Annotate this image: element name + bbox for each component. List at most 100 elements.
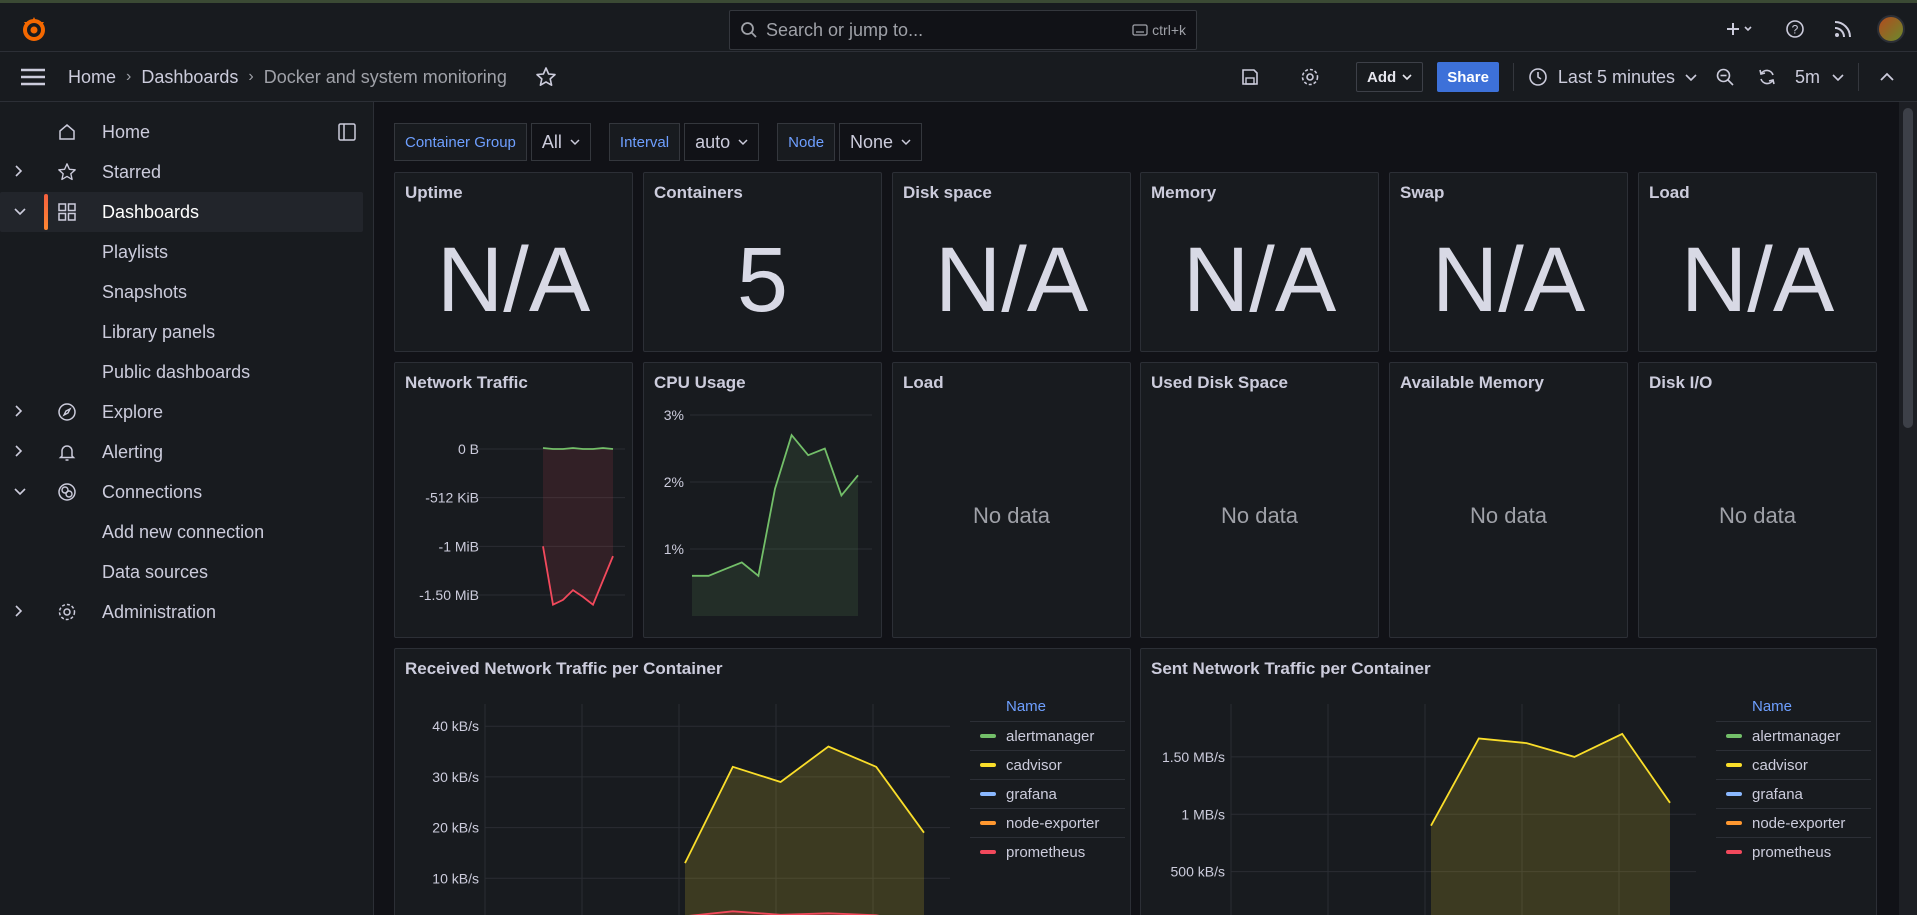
panel-sent-network-traffic[interactable]: Sent Network Traffic per Container 1.50 …: [1140, 648, 1877, 915]
legend-item[interactable]: cadvisor: [1716, 750, 1871, 779]
time-range-picker[interactable]: Last 5 minutes: [1528, 67, 1697, 88]
chevron-right-icon[interactable]: [14, 604, 30, 620]
series-in-line: [542, 447, 614, 450]
scrollbar-thumb[interactable]: [1903, 108, 1913, 428]
menu-toggle-icon[interactable]: [20, 66, 46, 88]
chevron-down-icon: [570, 139, 580, 146]
no-data-text: No data: [1220, 503, 1299, 528]
settings-icon[interactable]: [1296, 63, 1324, 91]
stat-panel-disk-space[interactable]: Disk space N/A: [892, 172, 1131, 352]
chevron-down-icon: [738, 139, 748, 146]
sidebar-item-add-new-connection[interactable]: Add new connection: [0, 512, 363, 552]
stat-panel-load[interactable]: Load N/A: [1638, 172, 1877, 352]
panel-disk-io[interactable]: Disk I/O No data: [1638, 362, 1877, 638]
breadcrumb-home[interactable]: Home: [68, 67, 116, 88]
panel-network-traffic[interactable]: Network Traffic 0 B -512 KiB -1 MiB -1.50 M…: [394, 362, 633, 638]
stat-value: N/A: [436, 229, 591, 331]
legend-item[interactable]: cadvisor: [970, 750, 1125, 779]
y-tick-label: 3%: [664, 407, 684, 423]
sidebar-item-playlists[interactable]: Playlists: [0, 232, 363, 272]
legend-item[interactable]: alertmanager: [1716, 721, 1871, 750]
new-button[interactable]: [1721, 15, 1761, 43]
panel-title: Swap: [1400, 183, 1445, 202]
refresh-interval-picker[interactable]: 5m: [1795, 67, 1844, 88]
legend-item[interactable]: prometheus: [1716, 837, 1871, 866]
share-button[interactable]: Share: [1437, 62, 1499, 92]
panel-used-disk-space[interactable]: Used Disk Space No data: [1140, 362, 1379, 638]
panel-cpu-usage[interactable]: CPU Usage 3% 2% 1%: [643, 362, 882, 638]
legend-item[interactable]: grafana: [1716, 779, 1871, 808]
dashboard-toolbar: Add Share Last 5 minutes 5m: [1236, 52, 1917, 102]
sidebar-item-starred[interactable]: Starred: [0, 152, 363, 192]
network-traffic-chart: 0 B -512 KiB -1 MiB -1.50 MiB: [419, 441, 625, 607]
sidebar-item-library-panels[interactable]: Library panels: [0, 312, 363, 352]
legend-item[interactable]: node-exporter: [1716, 808, 1871, 837]
panel-title: Uptime: [405, 183, 463, 202]
sidebar-item-administration[interactable]: Administration: [0, 592, 363, 632]
chevron-down-icon: [1685, 74, 1697, 81]
stat-panel-memory[interactable]: Memory N/A: [1140, 172, 1379, 352]
legend-header[interactable]: Name: [1006, 693, 1125, 721]
search-shortcut-text: ctrl+k: [1152, 22, 1186, 38]
chevron-right-icon[interactable]: [14, 404, 30, 420]
legend-header[interactable]: Name: [1752, 693, 1871, 721]
sidebar-item-public-dashboards[interactable]: Public dashboards: [0, 352, 363, 392]
legend-item[interactable]: alertmanager: [970, 721, 1125, 750]
help-icon[interactable]: ?: [1781, 15, 1809, 43]
dashboards-icon: [56, 201, 78, 223]
sidebar-item-alerting[interactable]: Alerting: [0, 432, 363, 472]
clock-icon: [1529, 68, 1547, 86]
legend-swatch: [1726, 792, 1742, 796]
sidebar-item-data-sources[interactable]: Data sources: [0, 552, 363, 592]
legend-label: cadvisor: [1752, 756, 1808, 774]
panel-title: Load: [1649, 183, 1690, 202]
legend-item[interactable]: grafana: [970, 779, 1125, 808]
variable-select-interval[interactable]: auto: [684, 123, 760, 161]
chevron-right-icon[interactable]: [14, 444, 30, 460]
collapse-chevron-up-icon[interactable]: [1873, 63, 1901, 91]
panel-title: Load: [903, 373, 944, 392]
y-tick-label: 1 MB/s: [1181, 806, 1225, 822]
chevron-down-icon: [1832, 74, 1844, 81]
sidebar-item-connections[interactable]: Connections: [0, 472, 363, 512]
refresh-icon[interactable]: [1753, 63, 1781, 91]
news-feed-icon[interactable]: [1829, 15, 1857, 43]
stat-panel-swap[interactable]: Swap N/A: [1389, 172, 1628, 352]
scrollbar[interactable]: [1899, 102, 1917, 915]
sidebar-item-dashboards[interactable]: Dashboards: [0, 192, 363, 232]
zoom-out-icon[interactable]: [1711, 63, 1739, 91]
star-icon[interactable]: [535, 66, 557, 88]
stat-panel-containers[interactable]: Containers 5: [643, 172, 882, 352]
breadcrumb-dashboards[interactable]: Dashboards: [141, 67, 238, 88]
user-avatar[interactable]: [1877, 15, 1905, 43]
legend-item[interactable]: node-exporter: [970, 808, 1125, 837]
chevron-down-icon[interactable]: [14, 204, 30, 220]
panel-title: Containers: [654, 183, 743, 202]
panel-title: Disk space: [903, 183, 992, 202]
stat-value: N/A: [1680, 229, 1835, 331]
save-dashboard-icon[interactable]: [1236, 63, 1264, 91]
legend-swatch: [980, 734, 996, 738]
chevron-right-icon[interactable]: [14, 164, 30, 180]
sidebar-item-label: Snapshots: [102, 281, 188, 302]
sidebar-item-snapshots[interactable]: Snapshots: [0, 272, 363, 312]
stat-panel-uptime[interactable]: Uptime N/A: [394, 172, 633, 352]
panel-received-network-traffic[interactable]: Received Network Traffic per Container 4…: [394, 648, 1131, 915]
legend-swatch: [1726, 734, 1742, 738]
cpu-usage-chart: 3% 2% 1%: [664, 407, 872, 616]
search-input[interactable]: Search or jump to... ctrl+k: [729, 10, 1197, 50]
legend-label: alertmanager: [1006, 727, 1095, 745]
add-button[interactable]: Add: [1356, 62, 1424, 92]
svg-text:?: ?: [1792, 23, 1799, 37]
panel-available-memory[interactable]: Available Memory No data: [1389, 362, 1628, 638]
grafana-logo-icon[interactable]: [20, 15, 48, 43]
chevron-down-icon[interactable]: [14, 484, 30, 500]
no-data-text: No data: [1718, 503, 1797, 528]
panel-load[interactable]: Load No data: [892, 362, 1131, 638]
legend-item[interactable]: prometheus: [970, 837, 1125, 866]
legend-swatch: [1726, 763, 1742, 767]
variable-select-node[interactable]: None: [839, 123, 923, 161]
sidebar-item-home[interactable]: Home: [0, 112, 363, 152]
sidebar-item-explore[interactable]: Explore: [0, 392, 363, 432]
variable-select-container-group[interactable]: All: [530, 123, 591, 161]
